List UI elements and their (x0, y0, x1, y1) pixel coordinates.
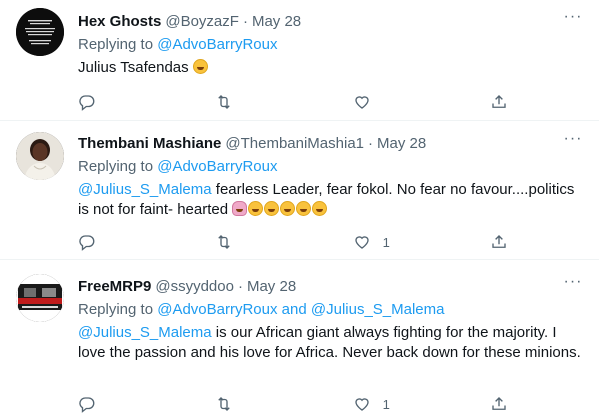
retweet-icon (218, 397, 231, 411)
retweet-button[interactable] (215, 395, 290, 413)
replying-to: Replying to @AdvoBarryRoux and @Julius_S… (78, 300, 587, 320)
avatar[interactable] (16, 132, 64, 180)
avatar[interactable] (16, 8, 64, 56)
replying-prefix: Replying to (78, 158, 158, 175)
reply-icon (79, 397, 95, 413)
tweet-header: FreeMRP9 @ssyyddoo · May 28 (78, 277, 587, 297)
rofl-emoji (192, 59, 208, 74)
like-button[interactable] (353, 93, 428, 111)
separator-dot: · (237, 278, 243, 295)
author-name[interactable]: Hex Ghosts (78, 12, 161, 32)
retweet-icon (218, 235, 231, 249)
reply-mention-link[interactable]: @Julius_S_Malema (311, 301, 445, 318)
reply-mention-link[interactable]: @AdvoBarryRoux (157, 158, 277, 175)
tweet[interactable]: FreeMRP9 @ssyyddoo · May 28 ··· Replying… (0, 260, 599, 418)
author-name[interactable]: Thembani Mashiane (78, 134, 221, 154)
tweet-actions: 1 (78, 232, 508, 252)
author-name[interactable]: FreeMRP9 (78, 277, 151, 297)
like-icon (354, 398, 369, 411)
like-button[interactable]: 1 (353, 233, 428, 251)
tweet-text: @Julius_S_Malema fearless Leader, fear f… (78, 180, 587, 220)
tweet[interactable]: Thembani Mashiane @ThembaniMashia1 · May… (0, 121, 599, 260)
separator-dot: · (242, 13, 248, 30)
tweet-content: Hex Ghosts @BoyzazF · May 28 ··· Replyin… (78, 9, 587, 111)
tweet-date[interactable]: May 28 (377, 134, 426, 154)
rofl-emoji (312, 201, 328, 216)
tweet-text: @Julius_S_Malema is our African giant al… (78, 323, 587, 363)
tweet-header: Hex Ghosts @BoyzazF · May 28 (78, 12, 587, 32)
retweet-button[interactable] (215, 233, 290, 251)
reply-mention-link[interactable]: @AdvoBarryRoux (157, 36, 277, 53)
reply-button[interactable] (78, 395, 153, 413)
tweet[interactable]: Hex Ghosts @BoyzazF · May 28 ··· Replyin… (0, 0, 599, 121)
tweet-actions (78, 92, 508, 112)
avatar-image (16, 274, 64, 322)
rofl-emoji (280, 201, 296, 216)
share-icon (492, 95, 506, 108)
replying-to: Replying to @AdvoBarryRoux (78, 35, 587, 55)
share-button[interactable] (490, 395, 508, 413)
like-count: 1 (382, 396, 390, 412)
replying-joiner: and (277, 301, 311, 318)
reply-mention-link[interactable]: @AdvoBarryRoux (157, 301, 277, 318)
more-icon[interactable]: ··· (563, 274, 583, 295)
mention-link[interactable]: @Julius_S_Malema (78, 324, 212, 341)
tweet-body: Julius Tsafendas (78, 59, 189, 76)
tweet-header: Thembani Mashiane @ThembaniMashia1 · May… (78, 134, 587, 154)
tweet-content: Thembani Mashiane @ThembaniMashia1 · May… (78, 131, 587, 251)
author-handle[interactable]: @ssyyddoo (155, 277, 234, 297)
separator-dot: · (368, 135, 374, 152)
like-button[interactable]: 1 (353, 395, 428, 413)
reply-icon (79, 95, 95, 111)
rofl-emoji (248, 201, 264, 216)
avatar-image (16, 8, 64, 56)
avatar-image (16, 132, 64, 180)
reply-button[interactable] (78, 93, 153, 111)
share-button[interactable] (490, 93, 508, 111)
reply-button[interactable] (78, 233, 153, 251)
author-handle[interactable]: @ThembaniMashia1 (225, 134, 364, 154)
reply-icon (79, 235, 95, 251)
more-icon[interactable]: ··· (563, 9, 583, 30)
like-count: 1 (382, 234, 390, 250)
replying-prefix: Replying to (78, 301, 158, 318)
author-handle[interactable]: @BoyzazF (165, 12, 239, 32)
woman-gesturing-emoji (232, 201, 248, 216)
rofl-emoji (296, 201, 312, 216)
tweet-date[interactable]: May 28 (247, 277, 296, 297)
avatar[interactable] (16, 274, 64, 322)
replying-to: Replying to @AdvoBarryRoux (78, 157, 587, 177)
tweet-text: Julius Tsafendas (78, 58, 587, 78)
share-icon (492, 235, 506, 248)
share-icon (492, 397, 506, 410)
more-icon[interactable]: ··· (563, 131, 583, 152)
tweet-feed: Hex Ghosts @BoyzazF · May 28 ··· Replyin… (0, 0, 599, 418)
retweet-icon (218, 95, 231, 109)
tweet-content: FreeMRP9 @ssyyddoo · May 28 ··· Replying… (78, 274, 587, 413)
rofl-emoji (264, 201, 280, 216)
share-button[interactable] (490, 233, 508, 251)
replying-prefix: Replying to (78, 36, 158, 53)
mention-link[interactable]: @Julius_S_Malema (78, 181, 212, 198)
retweet-button[interactable] (215, 93, 290, 111)
like-icon (354, 96, 369, 109)
like-icon (354, 236, 369, 249)
tweet-date[interactable]: May 28 (252, 12, 301, 32)
tweet-actions: 1 (78, 394, 508, 414)
